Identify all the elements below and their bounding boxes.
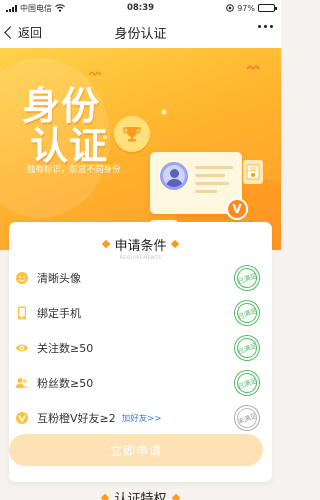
- hero-banner: 身份 认证 独有标识，彰显不同身份 V: [0, 48, 281, 250]
- requirement-row: 绑定手机 已满足: [15, 296, 266, 330]
- certificate-icon: [243, 160, 263, 184]
- more-icon[interactable]: [258, 25, 273, 28]
- squiggle-decoration: [88, 70, 102, 77]
- requirement-label: 绑定手机: [37, 307, 81, 320]
- privileges-header: 认证特权: [0, 488, 281, 500]
- sparkle-decoration: [161, 109, 167, 115]
- status-stamp: 已满足: [230, 296, 264, 330]
- id-card-illustration: V: [150, 152, 248, 220]
- smile-icon: [15, 271, 29, 285]
- clock: 08:39: [126, 3, 155, 13]
- requirements-subtitle: REQUIREMENTS: [119, 255, 162, 261]
- eye-icon: [15, 341, 29, 355]
- requirement-row: 粉丝数≥50 已满足: [15, 366, 266, 400]
- fans-icon: [15, 376, 29, 390]
- page-title: 身份认证: [114, 26, 167, 42]
- squiggle-decoration: [246, 64, 260, 71]
- phone-icon: [15, 306, 29, 320]
- requirements-title: 申请条件: [114, 238, 167, 254]
- nav-bar: 返回 身份认证: [0, 16, 281, 48]
- requirement-row: 关注数≥50 已满足: [15, 331, 266, 365]
- requirement-row: 互粉橙V好友≥2 加好友>> 未满足: [15, 401, 266, 435]
- requirement-label: 清晰头像: [37, 272, 81, 285]
- status-stamp: 已满足: [230, 331, 264, 365]
- back-button[interactable]: 返回: [4, 16, 43, 48]
- trophy-icon: [114, 116, 150, 152]
- back-label: 返回: [18, 25, 43, 40]
- apply-button[interactable]: 立即申请: [9, 434, 263, 466]
- avatar-icon: [160, 162, 188, 190]
- banner-subtitle: 独有标识，彰显不同身份: [27, 165, 121, 175]
- requirement-label: 关注数≥50: [37, 342, 94, 355]
- status-stamp: 已满足: [230, 261, 264, 295]
- v-icon: [15, 411, 29, 425]
- banner-title: 身份 认证: [22, 84, 109, 168]
- chevron-left-icon: [4, 25, 17, 39]
- requirements-header: 申请条件 REQUIREMENTS: [9, 232, 272, 261]
- status-stamp: 未满足: [230, 401, 264, 435]
- requirement-label: 互粉橙V好友≥2: [37, 412, 116, 425]
- status-stamp: 已满足: [230, 366, 264, 400]
- add-friend-link[interactable]: 加好友>>: [122, 412, 162, 424]
- privileges-title: 认证特权: [114, 492, 167, 500]
- v-badge-icon: V: [226, 198, 248, 220]
- status-bar: 中国电信 08:39 97%: [0, 0, 281, 16]
- requirement-label: 粉丝数≥50: [37, 377, 94, 390]
- requirement-row: 清晰头像 已满足: [15, 261, 266, 295]
- battery-icon: [258, 4, 277, 12]
